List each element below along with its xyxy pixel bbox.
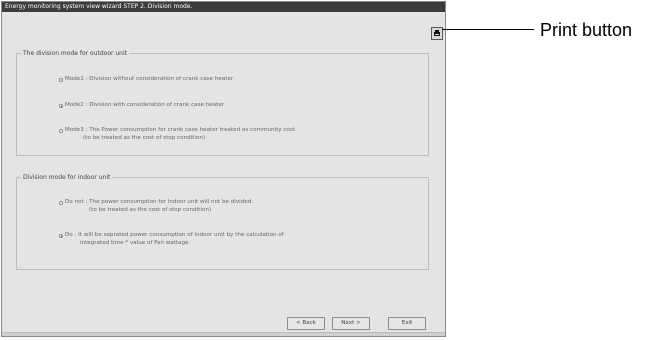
indoor-group-legend: Division mode for indoor unit xyxy=(23,174,111,181)
indoor-donot-option[interactable]: Do not : The power consumption for indoo… xyxy=(59,198,254,214)
next-button[interactable]: Next > xyxy=(332,317,370,330)
print-button-callout: Print button xyxy=(540,20,633,40)
mode2-label: Mode2 : Division with consideration of c… xyxy=(65,102,225,108)
outdoor-mode2-option[interactable]: Mode2 : Division with consideration of c… xyxy=(59,101,225,109)
do-note: integrated time * value of Fan wattage. xyxy=(80,240,191,246)
mode2-radio[interactable] xyxy=(59,104,63,108)
donot-label: Do not : The power consumption for indoo… xyxy=(65,199,254,205)
back-button[interactable]: < Back xyxy=(287,317,325,330)
indoor-do-option[interactable]: Do : It will be seprated power consumpti… xyxy=(59,231,284,247)
window-title: Energy monitoring system view wizard STE… xyxy=(2,2,445,12)
mode1-label: Mode1 : Division without consideration o… xyxy=(65,76,234,82)
printer-tray-icon xyxy=(434,32,440,36)
status-bar xyxy=(2,332,445,336)
outdoor-mode1-option[interactable]: Mode1 : Division without consideration o… xyxy=(59,75,234,83)
mode3-note: (to be treated as the cost of stop condi… xyxy=(83,135,206,141)
do-radio[interactable] xyxy=(59,234,63,238)
callout-line xyxy=(442,29,534,30)
mode3-label: Mode3 : The Power consumption for crank … xyxy=(65,127,297,133)
exit-button[interactable]: Exit xyxy=(388,317,426,330)
do-label: Do : It will be seprated power consumpti… xyxy=(65,232,284,238)
wizard-window: Energy monitoring system view wizard STE… xyxy=(1,1,446,337)
donot-radio[interactable] xyxy=(59,201,63,205)
indoor-division-group: Division mode for indoor unit xyxy=(16,174,429,270)
mode1-radio[interactable] xyxy=(59,78,63,82)
donot-note: (to be treated as the cost of stop condi… xyxy=(89,207,212,213)
mode3-radio[interactable] xyxy=(59,129,63,133)
outdoor-mode3-option[interactable]: Mode3 : The Power consumption for crank … xyxy=(59,126,297,142)
outdoor-group-legend: The division mode for outdoor unit xyxy=(23,50,127,57)
